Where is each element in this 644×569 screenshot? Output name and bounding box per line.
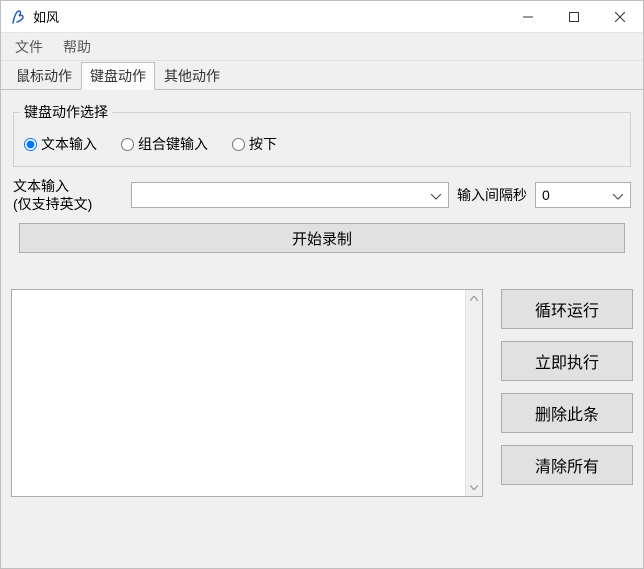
start-recording-button[interactable]: 开始录制 [19, 223, 625, 253]
radio-row: 文本输入 组合键输入 按下 [24, 134, 620, 154]
chevron-down-icon [428, 187, 444, 203]
delete-item-button[interactable]: 删除此条 [501, 393, 633, 433]
run-now-label: 立即执行 [535, 349, 599, 373]
clear-all-label: 清除所有 [535, 453, 599, 477]
loop-run-button[interactable]: 循环运行 [501, 289, 633, 329]
radio-press-label: 按下 [249, 134, 277, 154]
text-input-row: 文本输入 (仅支持英文) 输入间隔秒 0 [13, 177, 631, 213]
group-legend: 键盘动作选择 [20, 102, 112, 122]
tab-other-actions[interactable]: 其他动作 [155, 62, 229, 90]
keyboard-action-group: 键盘动作选择 文本输入 组合键输入 按下 [13, 102, 631, 167]
chevron-down-icon [610, 187, 626, 203]
interval-value: 0 [542, 187, 610, 203]
close-button[interactable] [597, 1, 643, 32]
app-icon [9, 8, 27, 26]
radio-press[interactable]: 按下 [232, 134, 277, 154]
run-now-button[interactable]: 立即执行 [501, 341, 633, 381]
radio-text-input[interactable]: 文本输入 [24, 134, 97, 154]
scrollbar-track[interactable] [466, 307, 482, 479]
scroll-up-icon[interactable] [466, 290, 482, 307]
menu-help[interactable]: 帮助 [59, 35, 95, 59]
tab-mouse-actions[interactable]: 鼠标动作 [7, 62, 81, 90]
interval-label: 输入间隔秒 [457, 185, 527, 205]
tab-strip: 鼠标动作 键盘动作 其他动作 [1, 61, 643, 89]
radio-text-input-control[interactable] [24, 138, 37, 151]
title-bar: 如风 [1, 1, 643, 33]
radio-combo-keys[interactable]: 组合键输入 [121, 134, 208, 154]
menu-bar: 文件 帮助 [1, 33, 643, 61]
action-listbox[interactable] [11, 289, 483, 497]
text-input-label: 文本输入 (仅支持英文) [13, 177, 123, 213]
lower-area: 循环运行 立即执行 删除此条 清除所有 [1, 265, 643, 568]
app-window: 如风 文件 帮助 鼠标动作 键盘动作 其他动作 键盘动作选择 [0, 0, 644, 569]
scroll-down-icon[interactable] [466, 479, 482, 496]
window-controls [505, 1, 643, 32]
tab-panel-keyboard: 键盘动作选择 文本输入 组合键输入 按下 文本输入 (仅支持 [1, 89, 643, 265]
text-input-label-line1: 文本输入 [13, 178, 69, 194]
minimize-button[interactable] [505, 1, 551, 32]
text-input-combo[interactable] [131, 182, 449, 208]
side-button-panel: 循环运行 立即执行 删除此条 清除所有 [501, 289, 633, 558]
radio-text-input-label: 文本输入 [41, 134, 97, 154]
maximize-button[interactable] [551, 1, 597, 32]
radio-combo-keys-control[interactable] [121, 138, 134, 151]
loop-run-label: 循环运行 [535, 297, 599, 321]
radio-press-control[interactable] [232, 138, 245, 151]
delete-item-label: 删除此条 [535, 401, 599, 425]
tab-keyboard-actions[interactable]: 键盘动作 [81, 62, 155, 90]
window-title: 如风 [33, 7, 505, 26]
start-recording-label: 开始录制 [292, 228, 352, 249]
listbox-scrollbar[interactable] [465, 290, 482, 496]
menu-file[interactable]: 文件 [11, 35, 47, 59]
interval-combo[interactable]: 0 [535, 182, 631, 208]
text-input-label-line2: (仅支持英文) [13, 196, 92, 212]
clear-all-button[interactable]: 清除所有 [501, 445, 633, 485]
action-list-area [11, 289, 483, 558]
radio-combo-keys-label: 组合键输入 [138, 134, 208, 154]
